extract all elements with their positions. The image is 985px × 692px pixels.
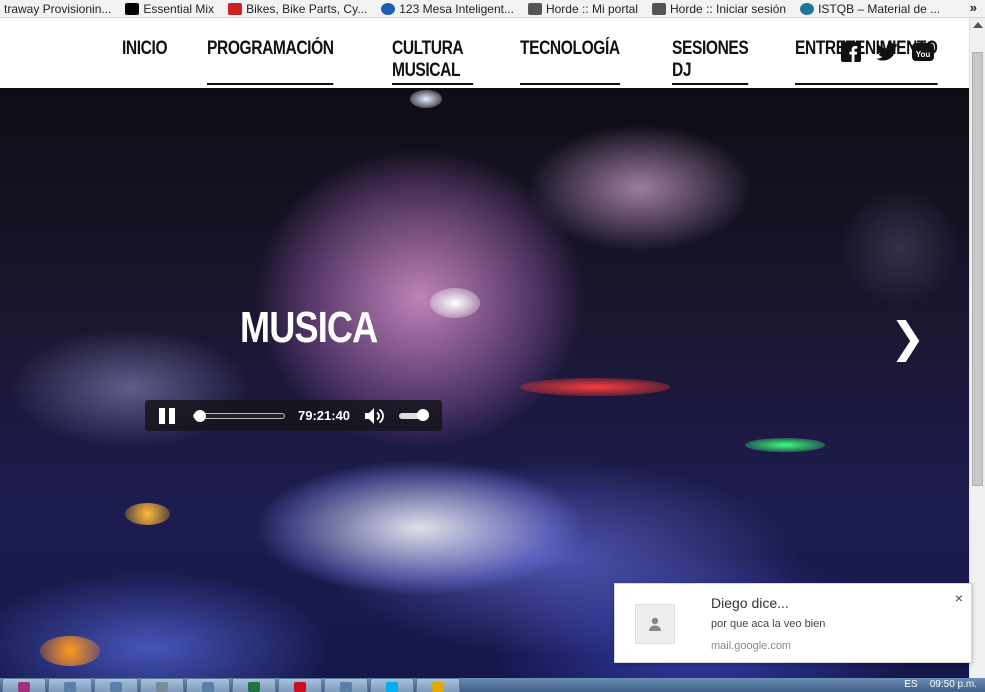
app-icon xyxy=(156,682,168,692)
bookmark-label: traway Provisionin... xyxy=(4,1,112,16)
svg-text:You: You xyxy=(916,50,931,59)
bookmark-item[interactable]: Bikes, Bike Parts, Cy... xyxy=(228,0,368,17)
bookmarks-bar: traway Provisionin... Essential Mix Bikes,… xyxy=(0,0,985,18)
taskbar-button[interactable] xyxy=(324,678,368,692)
seek-bar[interactable] xyxy=(193,410,285,422)
horde-icon xyxy=(527,2,542,15)
page-scrollbar[interactable] xyxy=(969,18,985,678)
volume-slider[interactable] xyxy=(399,409,429,421)
scroll-thumb[interactable] xyxy=(972,52,983,486)
bookmark-item[interactable]: traway Provisionin... xyxy=(0,0,112,17)
hp-icon xyxy=(381,2,396,15)
nav-item-inicio[interactable]: INICIO xyxy=(122,38,168,85)
stage-light-red xyxy=(520,378,670,396)
facebook-icon[interactable] xyxy=(840,41,862,63)
taskbar-button[interactable] xyxy=(186,678,230,692)
onenote-icon xyxy=(18,682,30,692)
twitter-icon[interactable] xyxy=(876,41,898,63)
bookmark-label: Horde :: Mi portal xyxy=(545,1,639,16)
volume-handle[interactable] xyxy=(417,409,429,421)
nav-item-tecnolog-a[interactable]: TECNOLOGÍA xyxy=(520,38,621,85)
nav-item-sesiones-dj[interactable]: SESIONES DJ xyxy=(672,38,749,85)
wordpress-icon xyxy=(800,2,815,15)
skype-icon xyxy=(386,682,398,692)
bookmark-item[interactable]: ISTQB – Material de ... xyxy=(800,0,941,17)
taskbar-button[interactable] xyxy=(416,678,460,692)
taskbar-button[interactable] xyxy=(370,678,414,692)
notification-title: Diego dice... xyxy=(711,595,789,611)
stage-light-white xyxy=(430,288,480,318)
stage-light-orange xyxy=(125,503,170,525)
site-header: INICIO PROGRAMACIÓN CULTURA MUSICAL TECNOLO… xyxy=(0,18,969,88)
bookmark-item[interactable]: 123 Mesa Inteligent... xyxy=(381,0,514,17)
bookmark-label: ISTQB – Material de ... xyxy=(818,1,941,16)
system-tray: ES 09:50 p.m. xyxy=(904,678,985,692)
bookmarks-list: traway Provisionin... Essential Mix Bikes,… xyxy=(0,0,941,17)
volume-icon[interactable] xyxy=(363,406,387,430)
stage-light-orange xyxy=(40,636,100,666)
seek-handle[interactable] xyxy=(193,410,206,422)
bookmark-label: Essential Mix xyxy=(143,1,215,16)
language-indicator[interactable]: ES xyxy=(904,678,917,692)
notification-message: por que aca la veo bien xyxy=(711,618,826,630)
nav-item-programaci-n[interactable]: PROGRAMACIÓN xyxy=(207,38,334,85)
taskbar: ES 09:50 p.m. xyxy=(0,678,985,692)
acrobat-icon xyxy=(294,682,306,692)
bike-icon xyxy=(228,2,243,15)
scroll-up-arrow-icon[interactable] xyxy=(973,22,983,28)
audio-player: 79:21:40 xyxy=(145,400,442,431)
bookmark-label: Horde :: Iniciar sesión xyxy=(670,1,787,16)
outlook-icon xyxy=(432,682,444,692)
taskbar-button[interactable] xyxy=(94,678,138,692)
social-links: You xyxy=(840,41,934,63)
taskbar-button[interactable] xyxy=(140,678,184,692)
youtube-icon[interactable]: You xyxy=(912,41,934,63)
excel-icon xyxy=(248,682,260,692)
stage-light-white xyxy=(410,90,442,108)
app-icon xyxy=(340,682,352,692)
taskbar-apps xyxy=(0,678,460,692)
close-icon[interactable]: × xyxy=(955,590,963,606)
next-slide-button[interactable]: ❯ xyxy=(890,313,925,362)
app-icon xyxy=(110,682,122,692)
clock[interactable]: 09:50 p.m. xyxy=(930,678,977,692)
chrome-notification[interactable]: Diego dice... por que aca la veo bien ma… xyxy=(614,583,972,663)
taskbar-button[interactable] xyxy=(2,678,46,692)
taskbar-button[interactable] xyxy=(232,678,276,692)
bookmark-label: 123 Mesa Inteligent... xyxy=(399,1,514,16)
bbc-icon xyxy=(125,2,140,15)
pause-button[interactable] xyxy=(159,408,177,424)
bookmarks-overflow-button[interactable]: » xyxy=(970,0,977,15)
taskbar-button[interactable] xyxy=(278,678,322,692)
notification-source: mail.google.com xyxy=(711,640,792,652)
stage-light-green xyxy=(745,438,825,452)
bookmark-item[interactable]: Horde :: Iniciar sesión xyxy=(652,0,787,17)
user-avatar-icon xyxy=(635,604,675,644)
bookmark-item[interactable]: Horde :: Mi portal xyxy=(527,0,639,17)
horde-icon xyxy=(652,2,667,15)
elapsed-time: 79:21:40 xyxy=(298,408,351,423)
app-icon xyxy=(202,682,214,692)
slide-title: MUSICA xyxy=(240,303,378,352)
bookmark-item[interactable]: Essential Mix xyxy=(125,0,215,17)
bookmark-label: Bikes, Bike Parts, Cy... xyxy=(246,1,368,16)
taskbar-button[interactable] xyxy=(48,678,92,692)
nav-item-cultura-musical[interactable]: CULTURA MUSICAL xyxy=(391,38,473,85)
app-icon xyxy=(64,682,76,692)
